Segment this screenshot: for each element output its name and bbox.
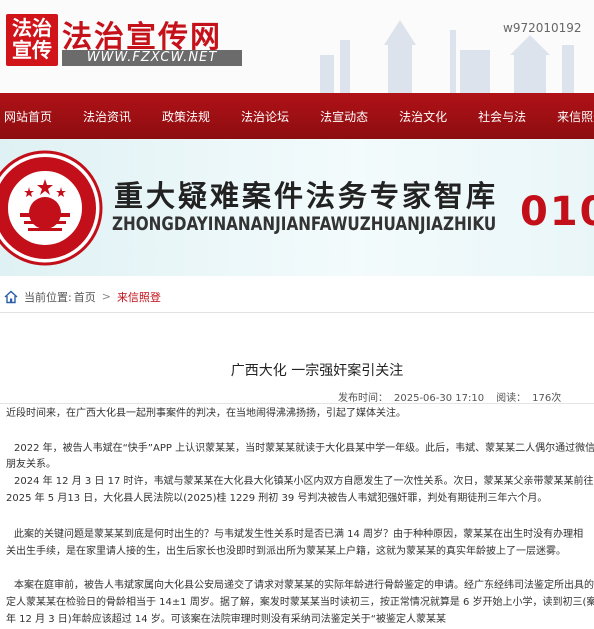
site-header: 法治宣传 法治宣传网 WWW.FZXCW.NET w972010192 [0,0,594,93]
nav-item-news[interactable]: 法治资讯 [83,108,131,125]
page: 法治宣传 法治宣传网 WWW.FZXCW.NET w972010192 网站首页… [0,0,594,629]
think-tank-badge-icon [0,150,103,266]
breadcrumb: 当前位置: 首页 > 来信照登 [0,281,594,313]
article-paragraph: 近段时间来，在广西大化县一起刑事案件的判决，在当地闹得沸沸扬扬，引起了媒体关注。 [6,408,406,419]
article-title: 广西大化 一宗强奸案引关注 [230,363,404,379]
article-paragraph: 年 12 月 3 日)年龄应该超过 14 岁。可该案在法院审理时则没有采纳司法鉴… [6,614,446,625]
article-paragraph: 此案的关键问题是蒙某某到底是何时出生的？与韦斌发生性关系时是否已满 14 周岁？… [14,529,584,540]
breadcrumb-separator: > [101,290,111,303]
banner[interactable]: 重大疑难案件法务专家智库 ZHONGDAYINANANJIANFAWUZHUAN… [0,139,594,276]
breadcrumb-current[interactable]: 来信照登 [117,289,161,305]
site-url: WWW.FZXCW.NET [62,50,242,66]
nav-item-home[interactable]: 网站首页 [4,108,52,125]
home-icon [4,290,18,303]
article-paragraph: 2022 年，被告人韦斌在“快手”APP 上认识蒙某某，当时蒙某某就读于大化县某… [14,443,594,454]
banner-phone-prefix: 010 [520,189,594,235]
nav-item-letters[interactable]: 来信照登 [557,108,594,125]
breadcrumb-label: 当前位置: [24,290,72,304]
banner-title: 重大疑难案件法务专家智库 [114,179,499,213]
main-nav: 网站首页 法治资讯 政策法规 法治论坛 法宣动态 法治文化 社会与法 来信照登 [0,93,594,139]
nav-item-culture[interactable]: 法治文化 [399,108,447,125]
nav-item-society[interactable]: 社会与法 [478,108,526,125]
article-paragraph: 2025 年 5 月13 日，大化县人民法院以(2025)桂 1229 刑初 3… [6,493,548,504]
title-divider [0,403,594,404]
article-paragraph: 朋友关系。 [6,459,56,470]
nav-item-forum[interactable]: 法治论坛 [241,108,289,125]
article-paragraph: 关出生手续，是在家里请人接的生，出生后家长也没即时到派出所为蒙某某上户籍，这就为… [6,546,566,557]
skyline-decoration [320,20,574,93]
nav-item-dynamics[interactable]: 法宣动态 [320,108,368,125]
article-paragraph: 2024 年 12 月 3 日 17 时许，韦斌与蒙某某在大化县大化镇某小区内双… [14,476,594,487]
nav-item-policy[interactable]: 政策法规 [162,108,210,125]
article-paragraph: 定人蒙某某在检验日的骨龄相当于 14±1 周岁。据了解，案发时蒙某某当时读初三，… [6,597,594,608]
breadcrumb-home-link[interactable]: 首页 [74,289,96,305]
banner-pinyin: ZHONGDAYINANANJIANFAWUZHUANJIAZHIKU [112,213,497,235]
article-paragraph: 本案在庭审前，被告人韦斌家属向大化县公安局递交了请求对蒙某某的实际年龄进行骨龄鉴… [14,580,594,591]
site-code: w972010192 [503,21,582,35]
site-logo[interactable]: 法治宣传 [6,14,58,66]
article-meta: 发布时间： 2025-06-30 17:10 阅读： 176次 [338,389,567,404]
